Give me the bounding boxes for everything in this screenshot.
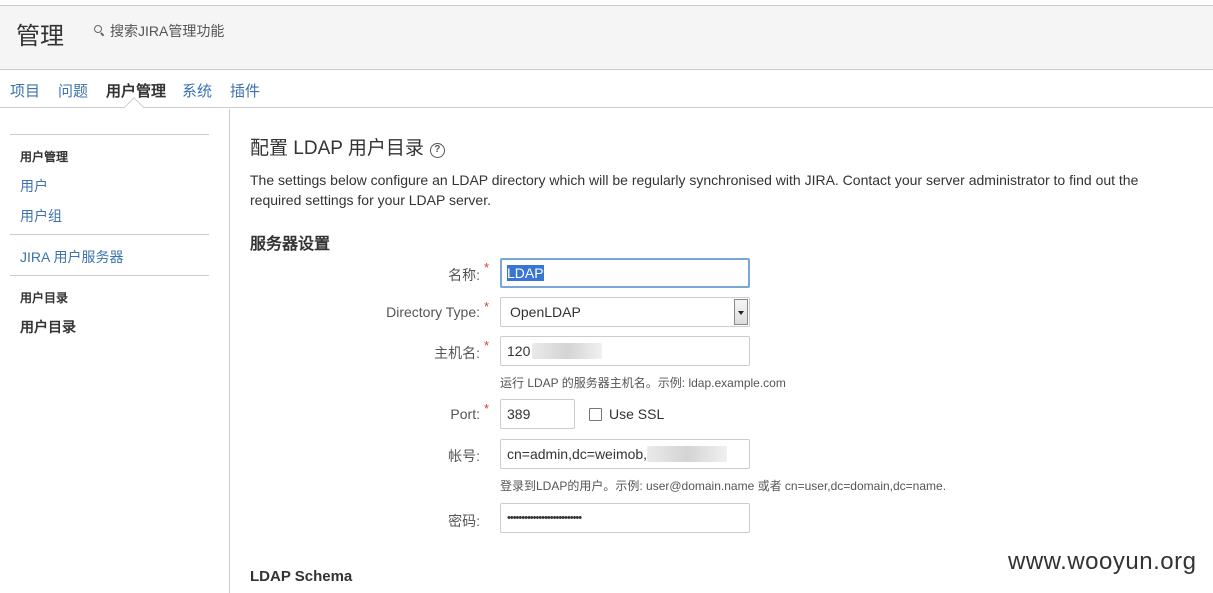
tab-issues[interactable]: 问题 xyxy=(58,80,88,101)
search-label: 搜索JIRA管理功能 xyxy=(110,23,225,39)
admin-search[interactable]: 搜索JIRA管理功能 xyxy=(94,21,224,41)
admin-tabs: 项目 问题 用户管理 系统 插件 xyxy=(0,70,1213,117)
page-description: The settings below configure an LDAP dir… xyxy=(250,172,1139,208)
directory-type-value: OpenLDAP xyxy=(510,304,581,320)
hostname-value: 120 xyxy=(507,343,531,359)
name-input[interactable]: LDAP xyxy=(500,258,750,288)
required-marker: * xyxy=(484,338,490,353)
sidebar-item-user-directories[interactable]: 用户目录 xyxy=(20,317,76,337)
use-ssl-checkbox[interactable] xyxy=(589,408,602,421)
name-input-value: LDAP xyxy=(507,265,544,281)
port-label: Port: xyxy=(450,406,480,422)
directory-type-select[interactable]: OpenLDAP xyxy=(500,297,750,327)
account-hint: 登录到LDAP的用户。示例: user@domain.name 或者 cn=us… xyxy=(500,479,947,493)
use-ssl-label: Use SSL xyxy=(609,406,665,422)
tab-system[interactable]: 系统 xyxy=(182,80,212,101)
account-input[interactable]: cn=admin,dc=weimob, xyxy=(500,439,750,469)
redacted-blur xyxy=(532,343,603,359)
search-icon xyxy=(94,25,106,37)
password-input[interactable]: •••••••••••••••••••••••••• xyxy=(500,503,750,533)
sidebar-item-groups[interactable]: 用户组 xyxy=(20,206,62,226)
sidebar-divider xyxy=(10,134,209,135)
page-title: 配置 LDAP 用户目录? xyxy=(250,133,445,160)
account-label: 帐号: xyxy=(448,448,480,464)
admin-header: 管理 搜索JIRA管理功能 xyxy=(0,5,1213,70)
account-value: cn=admin,dc=weimob, xyxy=(507,446,648,462)
sidebar-item-jira-user-server[interactable]: JIRA 用户服务器 xyxy=(20,247,123,267)
tab-plugins[interactable]: 插件 xyxy=(230,80,260,101)
sidebar-item-users[interactable]: 用户 xyxy=(20,176,48,196)
chevron-down-icon[interactable] xyxy=(734,299,748,325)
password-value: •••••••••••••••••••••••••• xyxy=(507,512,582,524)
tab-projects[interactable]: 项目 xyxy=(10,80,40,101)
password-label: 密码: xyxy=(448,513,480,529)
port-value: 389 xyxy=(507,406,531,422)
redacted-blur xyxy=(647,446,728,462)
sidebar-heading-user-directories: 用户目录 xyxy=(20,291,69,305)
admin-title: 管理 xyxy=(16,23,64,50)
sidebar: 用户管理 用户 用户组 JIRA 用户服务器 用户目录 用户目录 xyxy=(0,109,230,593)
sidebar-divider xyxy=(10,234,209,235)
hostname-label: 主机名: xyxy=(434,345,480,361)
watermark-text: www.wooyun.org xyxy=(1008,548,1197,575)
server-settings-heading: 服务器设置 xyxy=(250,236,331,253)
sidebar-divider xyxy=(10,275,209,276)
hostname-input[interactable]: 120 xyxy=(500,336,750,366)
required-marker: * xyxy=(484,299,490,314)
help-icon[interactable]: ? xyxy=(429,143,445,158)
hostname-hint: 运行 LDAP 的服务器主机名。示例: ldap.example.com xyxy=(500,376,786,390)
page-title-text: 配置 LDAP 用户目录 xyxy=(250,138,424,159)
port-input[interactable]: 389 xyxy=(500,399,575,429)
required-marker: * xyxy=(484,401,490,416)
ldap-schema-heading: LDAP Schema xyxy=(250,568,353,585)
directory-type-label: Directory Type: xyxy=(386,304,480,320)
sidebar-heading-user-management: 用户管理 xyxy=(20,150,69,164)
name-label: 名称: xyxy=(448,267,480,283)
tab-user-management[interactable]: 用户管理 xyxy=(106,80,166,101)
required-marker: * xyxy=(484,260,490,275)
